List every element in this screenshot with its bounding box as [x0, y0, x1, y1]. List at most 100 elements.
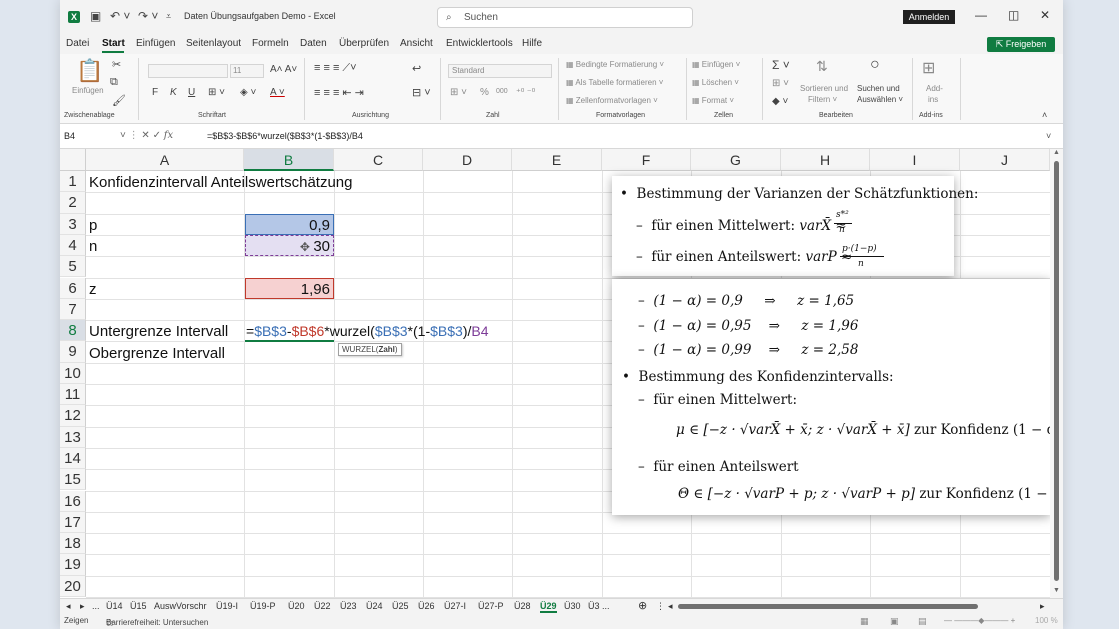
- save-icon[interactable]: ▣: [90, 9, 101, 23]
- fill-icon[interactable]: ⊞ ˅: [772, 78, 789, 89]
- insert-cells-button[interactable]: ▦ Einfügen ˅: [692, 60, 740, 69]
- sheet-tab[interactable]: Ü23: [340, 601, 357, 611]
- row-header-16[interactable]: 16: [60, 490, 86, 512]
- sheet-tab[interactable]: Ü26: [418, 601, 435, 611]
- menu-daten[interactable]: Daten: [300, 38, 327, 49]
- insert-function-icon[interactable]: fx: [164, 130, 173, 141]
- copy-icon[interactable]: ⧉: [110, 76, 118, 89]
- row-header-20[interactable]: 20: [60, 575, 86, 597]
- column-header-b[interactable]: B: [244, 149, 334, 171]
- sheet-tab[interactable]: Ü29: [540, 601, 557, 613]
- cancel-icon[interactable]: ✕: [141, 130, 149, 141]
- font-name-select[interactable]: [148, 64, 228, 78]
- scroll-down-icon[interactable]: ▼: [1053, 587, 1060, 594]
- addins-icon[interactable]: ⊞: [922, 58, 935, 78]
- row-header-4[interactable]: 4: [60, 234, 86, 257]
- paste-icon[interactable]: 📋: [76, 58, 103, 84]
- hscroll-right-icon[interactable]: ▸: [1040, 601, 1045, 612]
- align-top-icon[interactable]: ≡ ≡ ≡ ⟋˅: [314, 62, 357, 75]
- vertical-scroll-thumb[interactable]: [1054, 161, 1059, 581]
- sheet-tab[interactable]: Ü27-P: [478, 601, 504, 611]
- cell-a8[interactable]: Untergrenze Intervall: [89, 323, 228, 340]
- row-header-5[interactable]: 5: [60, 256, 86, 278]
- redo-icon[interactable]: ↷ ˅: [138, 9, 158, 23]
- sheet-tab[interactable]: Ü28: [514, 601, 531, 611]
- thousands-button[interactable]: 000: [496, 88, 508, 95]
- sheet-tab[interactable]: Ü30: [564, 601, 581, 611]
- cell-a4[interactable]: n: [89, 238, 97, 255]
- sheet-tab[interactable]: Ü22: [314, 601, 331, 611]
- paste-button[interactable]: Einfügen: [72, 86, 104, 95]
- row-header-11[interactable]: 11: [60, 384, 86, 406]
- customize-toolbar-icon[interactable]: ⩡: [166, 11, 171, 22]
- row-header-3[interactable]: 3: [60, 213, 86, 235]
- search-input[interactable]: ⌕ Suchen: [437, 7, 693, 28]
- cut-icon[interactable]: ✂: [112, 58, 121, 71]
- addins-label[interactable]: Add-: [926, 84, 943, 93]
- row-header-18[interactable]: 18: [60, 533, 86, 555]
- sheet-tab[interactable]: Ü19-I: [216, 601, 238, 611]
- next-sheet-icon[interactable]: ▸: [80, 601, 85, 612]
- column-header-i[interactable]: I: [870, 149, 960, 171]
- formula-input[interactable]: =$B$3-$B$6*wurzel($B$3*(1-$B$3)/B4: [207, 131, 363, 141]
- decimal-icon[interactable]: ⁺⁰ ⁻⁰: [516, 87, 535, 98]
- cell-a1[interactable]: Konfidenzintervall Anteilswertschätzung: [89, 174, 352, 191]
- row-header-10[interactable]: 10: [60, 362, 86, 384]
- column-header-f[interactable]: F: [602, 149, 691, 171]
- clear-icon[interactable]: ◆ ˅: [772, 96, 788, 107]
- menu-entwicklertools[interactable]: Entwicklertools: [446, 38, 513, 49]
- menu-seitenlayout[interactable]: Seitenlayout: [186, 38, 241, 49]
- chevron-down-icon[interactable]: ˅: [120, 130, 126, 141]
- sheet-tab-overflow[interactable]: ...: [92, 601, 100, 611]
- undo-icon[interactable]: ↶ ˅: [110, 9, 130, 23]
- prev-sheet-icon[interactable]: ◂: [66, 601, 71, 612]
- cond-format-button[interactable]: ▦ Bedingte Formatierung ˅: [566, 60, 664, 69]
- align-left-icon[interactable]: ≡ ≡ ≡ ⇤ ⇥: [314, 86, 364, 99]
- format-cells-button[interactable]: ▦ Format ˅: [692, 96, 734, 105]
- restore-icon[interactable]: ◫: [1008, 8, 1019, 22]
- delete-cells-button[interactable]: ▦ Löschen ˅: [692, 78, 739, 87]
- menu-ueberpruefen[interactable]: Überprüfen: [339, 38, 389, 49]
- row-header-13[interactable]: 13: [60, 426, 86, 448]
- column-header-a[interactable]: A: [86, 149, 244, 171]
- row-header-6[interactable]: 6: [60, 277, 86, 299]
- borders-icon[interactable]: ⊞ ˅: [208, 87, 225, 98]
- scroll-up-icon[interactable]: ▲: [1053, 149, 1060, 156]
- sheet-tab[interactable]: Ü3 ...: [588, 601, 610, 611]
- sheet-tab[interactable]: Ü24: [366, 601, 383, 611]
- row-header-14[interactable]: 14: [60, 447, 86, 470]
- row-header-2[interactable]: 2: [60, 192, 86, 214]
- function-tooltip[interactable]: WURZEL(Zahl): [338, 343, 402, 356]
- find-select-label-2[interactable]: Auswählen ˅: [857, 95, 903, 104]
- sheet-tab[interactable]: AuswVorschr: [154, 601, 207, 611]
- spreadsheet-grid[interactable]: A B C D E F G H I J 1 2 3 4 5 6 7 8 9 10 11 12 13 14 1…: [60, 149, 1063, 598]
- cell-b6[interactable]: 1,96: [250, 281, 330, 298]
- sort-filter-icon[interactable]: ⇅: [816, 58, 828, 75]
- name-box[interactable]: B4: [64, 131, 75, 141]
- cell-b3[interactable]: 0,9: [250, 217, 330, 234]
- row-header-7[interactable]: 7: [60, 298, 86, 321]
- sort-filter-label[interactable]: Sortieren und: [800, 84, 848, 93]
- find-select-icon[interactable]: ○: [870, 56, 880, 74]
- row-header-9[interactable]: 9: [60, 341, 86, 363]
- view-normal-icon[interactable]: ▦: [860, 616, 869, 627]
- sheet-tab[interactable]: Ü14: [106, 601, 123, 611]
- row-header-1[interactable]: 1: [60, 171, 86, 193]
- row-header-8[interactable]: 8: [60, 320, 86, 342]
- row-header-12[interactable]: 12: [60, 405, 86, 427]
- select-all-corner[interactable]: [60, 149, 86, 171]
- zoom-level[interactable]: 100 %: [1035, 616, 1058, 625]
- menu-hilfe[interactable]: Hilfe: [522, 38, 542, 49]
- menu-ansicht[interactable]: Ansicht: [400, 38, 433, 49]
- find-select-label[interactable]: Suchen und: [857, 84, 900, 93]
- cell-b8-formula[interactable]: =$B$3-$B$6*wurzel($B$3*(1-$B$3)/B4: [246, 323, 489, 339]
- sheet-tab[interactable]: Ü27-I: [444, 601, 466, 611]
- confirm-icon[interactable]: ✓: [153, 130, 161, 141]
- cell-styles-button[interactable]: ▦ Zellenformatvorlagen ˅: [566, 96, 658, 105]
- number-format-select[interactable]: Standard: [448, 64, 552, 78]
- cell-a9[interactable]: Obergrenze Intervall: [89, 345, 225, 362]
- italic-button[interactable]: K: [170, 87, 177, 98]
- addins-label-2[interactable]: ins: [928, 95, 938, 104]
- bold-button[interactable]: F: [152, 87, 158, 98]
- format-painter-icon[interactable]: 🖌: [112, 94, 126, 107]
